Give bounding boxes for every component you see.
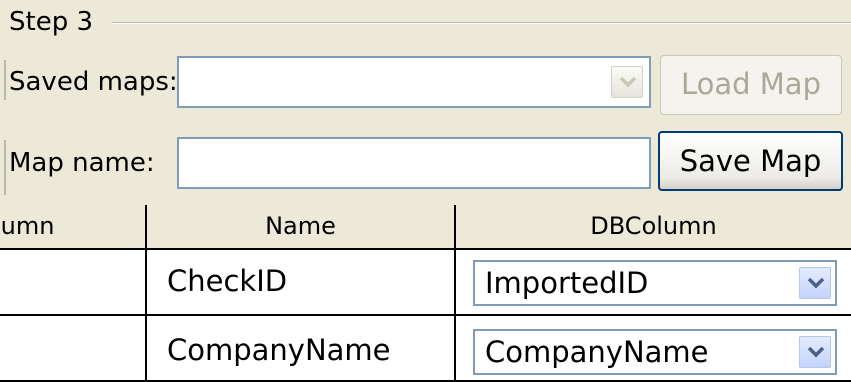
- table-row-dbcolumn-cell[interactable]: CompanyName: [456, 316, 851, 382]
- cell-name-text: CheckID: [167, 264, 288, 298]
- step3-groupbox: Step 3 Saved maps: Load Map Map name: Sa…: [0, 0, 851, 205]
- dbcolumn-value: ImportedID: [485, 266, 649, 300]
- table-row-source-cell[interactable]: [0, 250, 147, 316]
- column-header-name[interactable]: Name: [147, 205, 456, 250]
- saved-maps-dropdown-button[interactable]: [611, 66, 643, 98]
- load-map-button[interactable]: Load Map: [660, 55, 842, 115]
- cell-name-text: CompanyName: [167, 333, 391, 367]
- groupbox-left-edge: [4, 60, 6, 100]
- step3-title: Step 3: [9, 7, 94, 37]
- saved-maps-combobox[interactable]: [177, 56, 651, 108]
- table-row-name-cell[interactable]: CompanyName: [147, 316, 456, 382]
- dbcolumn-value: CompanyName: [485, 335, 709, 369]
- map-name-input[interactable]: [177, 137, 651, 189]
- chevron-down-icon: [807, 346, 825, 358]
- table-row-source-cell[interactable]: [0, 316, 147, 382]
- chevron-down-icon: [807, 277, 825, 289]
- chevron-down-icon: [619, 76, 637, 88]
- groupbox-border-highlight: [112, 23, 851, 24]
- save-map-button[interactable]: Save Map: [658, 131, 843, 191]
- dbcolumn-combobox[interactable]: CompanyName: [473, 329, 837, 375]
- groupbox-left-edge: [4, 140, 6, 195]
- table-row-name-cell[interactable]: CheckID: [147, 250, 456, 316]
- map-name-label: Map name:: [9, 148, 155, 178]
- column-header-source[interactable]: lumn: [0, 205, 147, 250]
- column-header-dbcolumn[interactable]: DBColumn: [456, 205, 851, 250]
- column-mapping-grid[interactable]: lumn Name DBColumn CheckID ImportedID Co…: [0, 205, 851, 382]
- dbcolumn-dropdown-button[interactable]: [799, 267, 831, 299]
- dbcolumn-dropdown-button[interactable]: [799, 336, 831, 368]
- dbcolumn-combobox[interactable]: ImportedID: [473, 260, 837, 306]
- saved-maps-label: Saved maps:: [9, 67, 178, 97]
- table-row-dbcolumn-cell[interactable]: ImportedID: [456, 250, 851, 316]
